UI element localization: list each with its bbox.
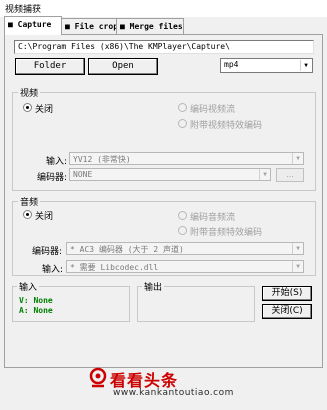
format-select[interactable]: mp4 ▼ xyxy=(220,58,313,73)
chevron-down-icon: ▼ xyxy=(292,243,303,254)
start-button[interactable]: 开始(S) xyxy=(262,286,312,301)
status-video-line: V: None xyxy=(19,296,53,305)
audio-off-radio[interactable] xyxy=(23,210,32,219)
tab-merge-files[interactable]: ■ Merge files xyxy=(116,18,184,34)
video-encoder-label: 编码器: xyxy=(37,173,68,183)
close-button[interactable]: 关闭(C) xyxy=(262,304,312,319)
status-input-legend: 输入 xyxy=(17,280,40,293)
capture-path-field[interactable]: C:\Program Files (x86)\The KMPlayer\Capt… xyxy=(14,40,314,54)
tab-file-crop-label: File crop xyxy=(74,22,119,31)
video-encoder-select[interactable]: NONE ▼ xyxy=(69,168,271,181)
title-bar: 视频捕获 xyxy=(0,0,327,17)
audio-input-value: * 需要 Libcodec.dll xyxy=(70,263,159,272)
audio-encode-radio[interactable] xyxy=(178,211,187,220)
video-off-label: 关闭 xyxy=(35,105,54,115)
audio-encoder-value: * AC3 编码器 (大于 2 声道) xyxy=(70,245,184,254)
video-input-value: YV12 (非常快) xyxy=(73,155,131,164)
audio-effects-radio[interactable] xyxy=(178,226,187,235)
video-encoder-settings-button[interactable]: ... xyxy=(276,168,304,182)
audio-group-legend: 音频 xyxy=(18,195,41,208)
status-output-legend: 输出 xyxy=(142,280,165,293)
format-select-value: mp4 xyxy=(224,60,239,69)
audio-encoder-label: 编码器: xyxy=(32,247,63,257)
watermark-url: www.kankantoutiao.com xyxy=(113,388,234,398)
video-group-legend: 视频 xyxy=(18,86,41,99)
video-input-select[interactable]: YV12 (非常快) ▼ xyxy=(69,152,304,165)
audio-effects-label: 附带音频特效编码 xyxy=(190,228,263,238)
audio-off-label: 关闭 xyxy=(35,212,54,222)
video-input-label: 输入: xyxy=(46,157,68,167)
tab-marker-icon: ■ xyxy=(8,20,13,29)
tab-file-crop[interactable]: ■ File crop xyxy=(61,18,119,34)
folder-button[interactable]: Folder xyxy=(15,58,85,75)
video-encoder-value: NONE xyxy=(73,170,93,179)
chevron-down-icon: ▼ xyxy=(292,153,303,164)
audio-encoder-select[interactable]: * AC3 编码器 (大于 2 声道) ▼ xyxy=(66,242,304,255)
tab-capture[interactable]: ■ Capture xyxy=(4,16,62,35)
tab-merge-files-label: Merge files xyxy=(129,22,183,31)
tab-capture-label: Capture xyxy=(17,20,52,29)
open-button[interactable]: Open xyxy=(88,58,158,75)
status-audio-line: A: None xyxy=(19,306,53,315)
window-title: 视频捕获 xyxy=(5,5,42,15)
video-effects-radio[interactable] xyxy=(178,119,187,128)
tab-marker-icon: ■ xyxy=(65,22,70,31)
tab-marker-icon: ■ xyxy=(120,22,125,31)
video-off-radio[interactable] xyxy=(23,103,32,112)
capture-path-value: C:\Program Files (x86)\The KMPlayer\Capt… xyxy=(18,42,230,51)
audio-encode-label: 编码音频流 xyxy=(190,213,236,223)
audio-input-select[interactable]: * 需要 Libcodec.dll ▼ xyxy=(66,260,304,273)
chevron-down-icon: ▼ xyxy=(300,60,311,71)
audio-input-label: 输入: xyxy=(42,265,64,275)
video-effects-label: 附带视频特效编码 xyxy=(190,121,263,131)
chevron-down-icon: ▼ xyxy=(292,261,303,272)
watermark-logo-icon xyxy=(88,366,108,392)
video-encode-label: 编码视频流 xyxy=(190,105,236,115)
chevron-down-icon: ▼ xyxy=(259,169,270,180)
video-encode-radio[interactable] xyxy=(178,103,187,112)
